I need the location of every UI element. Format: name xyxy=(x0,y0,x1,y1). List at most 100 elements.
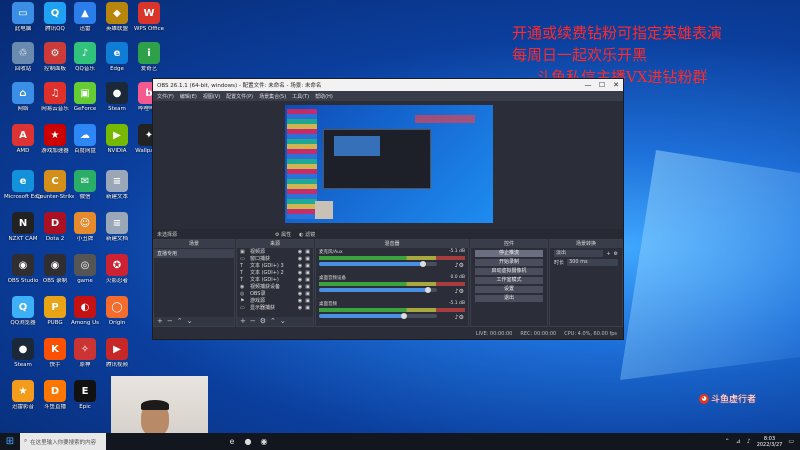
visibility-eye-icon[interactable]: ◉ xyxy=(298,291,302,297)
preview-canvas[interactable] xyxy=(285,105,493,223)
menu-file[interactable]: 文件(F) xyxy=(157,93,174,100)
source-item[interactable]: ▭ 窗口捕获 ◉ ▣ xyxy=(237,255,313,263)
desktop-icon[interactable]: i 爱奇艺 xyxy=(130,42,168,72)
start-virtual-camera-button[interactable]: 启动虚拟摄像机 xyxy=(475,268,543,275)
maximize-button[interactable]: ☐ xyxy=(595,81,609,89)
desktop-icon[interactable]: W WPS Office xyxy=(130,2,168,32)
lock-icon[interactable]: ▣ xyxy=(305,256,310,262)
desktop-app-icon: A xyxy=(12,124,34,146)
transitions-header: 场景转换 xyxy=(550,240,622,248)
source-item[interactable]: ▭ 显示器捕获 ◉ ▣ xyxy=(237,304,313,312)
add-scene-button[interactable]: + xyxy=(157,317,163,326)
remove-source-button[interactable]: − xyxy=(250,317,256,326)
preview-promo-text xyxy=(415,115,475,123)
desktop-app-icon: ✉ xyxy=(74,170,96,192)
volume-slider[interactable] xyxy=(319,261,437,267)
visibility-eye-icon[interactable]: ◉ xyxy=(298,305,302,311)
obs-taskbar-icon[interactable]: ◉ xyxy=(256,437,272,446)
lock-icon[interactable]: ▣ xyxy=(305,263,310,269)
menu-profile[interactable]: 配置文件(P) xyxy=(226,93,253,100)
desktop-icon[interactable]: ◯ Origin xyxy=(98,296,136,326)
minimize-button[interactable]: — xyxy=(581,81,595,89)
duration-input[interactable]: 300 ms xyxy=(567,259,618,266)
obs-preview-area[interactable] xyxy=(153,101,623,229)
scene-up-button[interactable]: ⌃ xyxy=(177,317,183,326)
audio-level-meter xyxy=(319,308,465,312)
mixer-channel: 桌面音频 -5.1 dB ♪⚙ xyxy=(316,300,468,326)
source-item[interactable]: ⚑ 游戏源 ◉ ▣ xyxy=(237,297,313,305)
lock-icon[interactable]: ▣ xyxy=(305,305,310,311)
studio-mode-button[interactable]: 工作室模式 xyxy=(475,277,543,284)
visibility-eye-icon[interactable]: ◉ xyxy=(298,270,302,276)
add-source-button[interactable]: + xyxy=(240,317,246,326)
speaker-icon[interactable]: ♪⚙ xyxy=(455,314,464,321)
properties-button[interactable]: ⚙ 属性 xyxy=(275,231,291,238)
speaker-icon[interactable]: ♪⚙ xyxy=(455,262,464,269)
source-down-button[interactable]: ⌄ xyxy=(280,317,286,326)
desktop-icon[interactable]: ≡ 新建文档 xyxy=(98,212,136,242)
transition-add-icon[interactable]: + xyxy=(606,251,610,257)
remove-scene-button[interactable]: − xyxy=(167,317,173,326)
notification-icon[interactable]: ▭ xyxy=(788,438,794,445)
close-button[interactable]: ✕ xyxy=(609,81,623,89)
volume-slider[interactable] xyxy=(319,313,437,319)
settings-button[interactable]: 设置 xyxy=(475,286,543,293)
desktop-icon-label: 火影忍者 xyxy=(105,278,128,284)
visibility-eye-icon[interactable]: ◉ xyxy=(298,249,302,255)
menu-scene-collection[interactable]: 场景集合(S) xyxy=(259,93,286,100)
menu-help[interactable]: 帮助(H) xyxy=(315,93,333,100)
promo-line-1: 开通或续费钻粉可指定英雄表演 xyxy=(512,24,723,42)
lock-icon[interactable]: ▣ xyxy=(305,270,310,276)
filters-button[interactable]: ◐ 滤镜 xyxy=(299,231,315,238)
source-item[interactable]: T 文本 (GDI+) 3 ◉ ▣ xyxy=(237,262,313,270)
tray-chevron-icon[interactable]: ⌃ xyxy=(725,438,730,445)
desktop-icon[interactable]: ▶ 腾讯视频 xyxy=(98,338,136,368)
lock-icon[interactable]: ▣ xyxy=(305,291,310,297)
lock-icon[interactable]: ▣ xyxy=(305,284,310,290)
visibility-eye-icon[interactable]: ◉ xyxy=(298,256,302,262)
start-button[interactable]: ⊞ xyxy=(0,436,20,447)
volume-slider[interactable] xyxy=(319,287,437,293)
transition-settings-icon[interactable]: ⚙ xyxy=(614,251,618,257)
scene-down-button[interactable]: ⌄ xyxy=(187,317,193,326)
menu-tools[interactable]: 工具(T) xyxy=(292,93,309,100)
source-item[interactable]: ▣ 视频源 ◉ ▣ xyxy=(237,248,313,256)
scene-item[interactable]: 直播专用 xyxy=(154,249,234,258)
visibility-eye-icon[interactable]: ◉ xyxy=(298,284,302,290)
desktop-icon[interactable]: ✪ 火影忍者 xyxy=(98,254,136,284)
source-up-button[interactable]: ⌃ xyxy=(270,317,276,326)
source-item[interactable]: T 文本 (GDI+) 2 ◉ ▣ xyxy=(237,269,313,277)
lock-icon[interactable]: ▣ xyxy=(305,249,310,255)
visibility-eye-icon[interactable]: ◉ xyxy=(298,277,302,283)
taskbar-clock[interactable]: 8:03 2022/3/27 xyxy=(757,436,783,448)
stop-streaming-button[interactable]: 停止推流 xyxy=(475,250,543,257)
menu-edit[interactable]: 编辑(E) xyxy=(180,93,197,100)
volume-icon[interactable]: ♪ xyxy=(747,438,751,445)
lock-icon[interactable]: ▣ xyxy=(305,277,310,283)
obs-titlebar[interactable]: OBS 26.1.1 (64-bit, windows) - 配置文件: 未命名… xyxy=(153,79,623,91)
taskbar-search[interactable]: ⌕ 在这里输入你要搜索的内容 xyxy=(20,433,106,450)
source-item[interactable]: ◎ OBS录 ◉ ▣ xyxy=(237,290,313,298)
network-icon[interactable]: ⊿ xyxy=(736,438,741,445)
source-item[interactable]: ◉ 视频捕获设备 ◉ ▣ xyxy=(237,283,313,291)
visibility-eye-icon[interactable]: ◉ xyxy=(298,298,302,304)
speaker-icon[interactable]: ♪⚙ xyxy=(455,288,464,295)
transition-select[interactable]: 淡出 xyxy=(554,250,604,257)
desktop-app-icon: ☁ xyxy=(74,124,96,146)
webcam-person-hair xyxy=(141,400,169,410)
desktop-icon[interactable]: E Epic xyxy=(66,380,104,410)
edge-taskbar-icon[interactable]: e xyxy=(224,437,240,446)
visibility-eye-icon[interactable]: ◉ xyxy=(298,263,302,269)
source-item[interactable]: T 文本 (GDI+) ◉ ▣ xyxy=(237,276,313,284)
desktop-app-icon: ▶ xyxy=(106,124,128,146)
start-recording-button[interactable]: 开始录制 xyxy=(475,259,543,266)
exit-button[interactable]: 退出 xyxy=(475,295,543,302)
desktop-app-icon: ≡ xyxy=(106,170,128,192)
steam-taskbar-icon[interactable]: ● xyxy=(240,437,256,446)
desktop-app-icon: ◉ xyxy=(44,254,66,276)
lock-icon[interactable]: ▣ xyxy=(305,298,310,304)
desktop-icon[interactable]: ≡ 新建文本 xyxy=(98,170,136,200)
audio-level-meter xyxy=(319,282,465,286)
source-settings-icon[interactable]: ⚙ xyxy=(260,317,266,326)
menu-view[interactable]: 视图(V) xyxy=(203,93,220,100)
